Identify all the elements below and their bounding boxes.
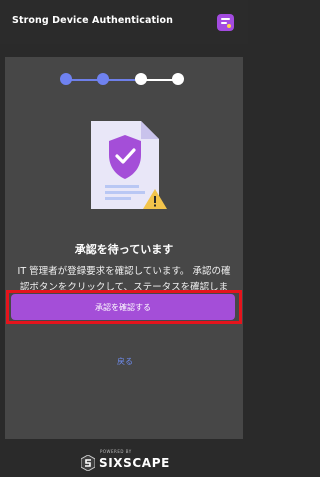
step-3-dot	[135, 73, 147, 85]
progress-stepper	[5, 73, 243, 87]
step-4-dot	[172, 73, 184, 85]
step-1-dot	[60, 73, 72, 85]
brand-name: SIXSCAPE	[99, 456, 170, 470]
powered-by-label: POWERED BY	[100, 449, 132, 454]
document-shield-warning-illustration	[91, 121, 167, 209]
check-approval-button[interactable]: 承認を確認する	[11, 294, 235, 320]
footer: POWERED BY SIXSCAPE	[0, 446, 248, 477]
waiting-heading: 承認を待っています	[74, 243, 174, 256]
content-card: 承認を待っています IT 管理者が登録要求を確認しています。 承認の確認ボタンを…	[5, 57, 243, 439]
back-link[interactable]: 戻る	[117, 356, 133, 367]
page-title: Strong Device Authentication	[12, 15, 173, 26]
sixscape-logo-icon	[81, 455, 95, 471]
step-2-dot	[97, 73, 109, 85]
app-icon[interactable]	[217, 14, 234, 31]
app-header: Strong Device Authentication	[0, 0, 248, 44]
